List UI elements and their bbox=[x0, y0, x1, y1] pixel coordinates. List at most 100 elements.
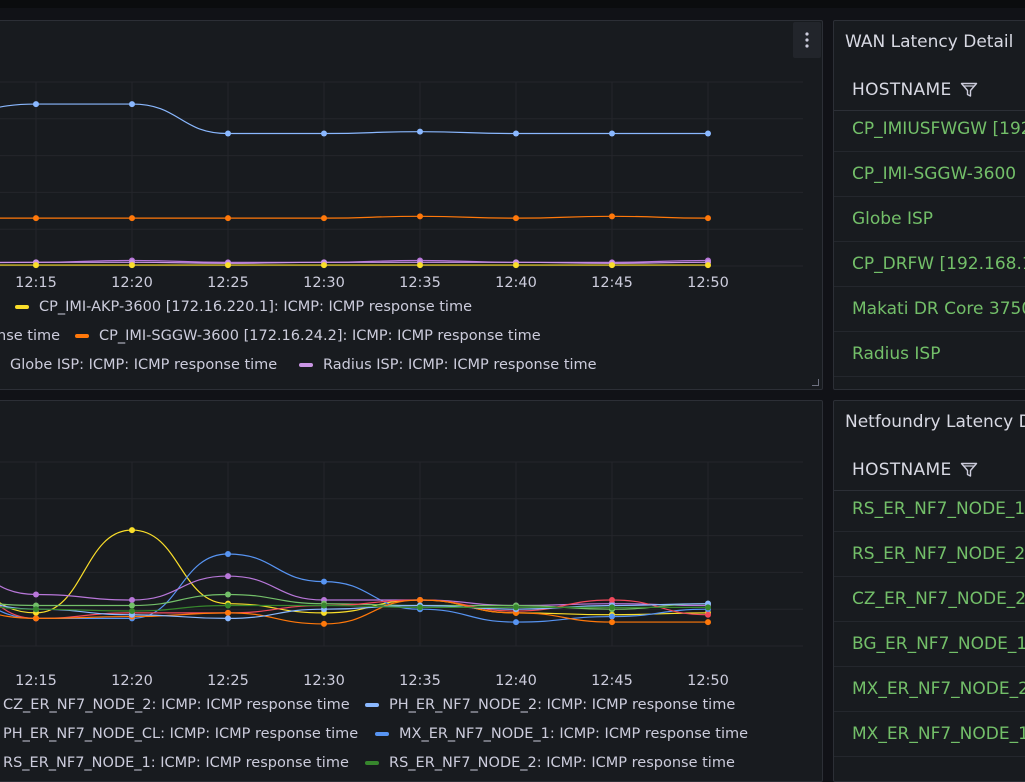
table-row[interactable]: CZ_ER_NF7_NODE_2 bbox=[834, 577, 1025, 622]
table-row[interactable]: MX_ER_NF7_NODE_1 bbox=[834, 712, 1025, 757]
filter-icon[interactable] bbox=[960, 82, 978, 98]
x-tick-label: 12:25 bbox=[207, 673, 249, 689]
data-point bbox=[705, 619, 711, 626]
hostname-cell[interactable]: CP_DRFW [192.168.16 bbox=[852, 254, 1025, 274]
data-point bbox=[705, 604, 711, 611]
x-tick-label: 12:50 bbox=[687, 275, 729, 291]
legend-item[interactable]: nse time bbox=[0, 328, 60, 344]
hostname-cell[interactable]: CZ_ER_NF7_NODE_2 bbox=[852, 589, 1025, 609]
data-point bbox=[33, 615, 39, 622]
hostname-cell[interactable]: RS_ER_NF7_NODE_2 bbox=[852, 544, 1025, 564]
data-point bbox=[417, 604, 423, 611]
hostname-cell[interactable]: MX_ER_NF7_NODE_1 bbox=[852, 724, 1025, 744]
data-point bbox=[33, 606, 39, 613]
data-point bbox=[225, 615, 231, 622]
data-point bbox=[321, 215, 327, 222]
legend-swatch-icon bbox=[365, 761, 379, 765]
series-line bbox=[0, 599, 709, 620]
legend-item[interactable]: Radius ISP: ICMP: ICMP response time bbox=[299, 357, 597, 373]
resize-handle-icon[interactable] bbox=[812, 379, 819, 386]
data-point bbox=[225, 551, 231, 557]
x-tick-label: 12:15 bbox=[15, 275, 57, 291]
data-point bbox=[321, 262, 327, 269]
data-point bbox=[513, 130, 519, 137]
data-point bbox=[129, 262, 135, 269]
table-row[interactable]: Radius ISP bbox=[834, 332, 1025, 377]
legend-label: PH_ER_NF7_NODE_2: ICMP: ICMP response ti… bbox=[389, 697, 736, 713]
legend-label: RS_ER_NF7_NODE_1: ICMP: ICMP response ti… bbox=[3, 755, 349, 771]
x-tick-label: 12:20 bbox=[111, 275, 153, 291]
table-row[interactable]: Globe ISP bbox=[834, 197, 1025, 242]
x-tick-label: 12:40 bbox=[495, 673, 537, 689]
legend-item[interactable]: Globe ISP: ICMP: ICMP response time bbox=[0, 357, 277, 373]
data-point bbox=[225, 130, 231, 137]
data-point bbox=[225, 573, 231, 580]
hostname-column-header[interactable]: HOSTNAME bbox=[852, 80, 952, 100]
hostname-cell[interactable]: Globe ISP bbox=[852, 209, 933, 229]
hostname-cell[interactable]: BG_ER_NF7_NODE_1 bbox=[852, 634, 1025, 654]
table-row[interactable]: CP_IMI-SGGW-3600 bbox=[834, 152, 1025, 197]
legend-label: PH_ER_NF7_NODE_CL: ICMP: ICMP response t… bbox=[3, 726, 359, 742]
hostname-cell[interactable]: CP_IMI-SGGW-3600 bbox=[852, 164, 1016, 184]
data-point bbox=[609, 213, 615, 220]
legend-item[interactable]: MX_ER_NF7_NODE_1: ICMP: ICMP response ti… bbox=[375, 726, 748, 742]
data-point bbox=[513, 619, 519, 626]
legend-swatch-icon bbox=[375, 732, 389, 736]
hostname-cell[interactable]: MX_ER_NF7_NODE_2 bbox=[852, 679, 1025, 699]
legend-swatch-icon bbox=[75, 334, 89, 338]
table-row[interactable]: CP_DRFW [192.168.16 bbox=[834, 242, 1025, 287]
x-tick-label: 12:30 bbox=[303, 275, 345, 291]
legend-item[interactable]: RS_ER_NF7_NODE_1: ICMP: ICMP response ti… bbox=[0, 755, 349, 771]
series-line bbox=[0, 575, 709, 607]
table-row[interactable]: MX_ER_NF7_NODE_2 bbox=[834, 667, 1025, 712]
x-tick-label: 12:20 bbox=[111, 673, 153, 689]
table-row[interactable]: RS_ER_NF7_NODE_1 bbox=[834, 487, 1025, 532]
wan-latency-chart: 12:15 12:20 12:25 12:30 12:35 12:40 12:45 12:50 bbox=[0, 81, 803, 291]
hostname-cell[interactable]: Radius ISP bbox=[852, 344, 940, 364]
table-row[interactable]: RS_ER_NF7_NODE_2 bbox=[834, 532, 1025, 577]
hostname-cell[interactable]: Makati DR Core 3750 bbox=[852, 299, 1025, 319]
data-point bbox=[417, 128, 423, 135]
x-tick-label: 12:15 bbox=[15, 673, 57, 689]
x-tick-label: 12:40 bbox=[495, 275, 537, 291]
x-tick-label: 12:35 bbox=[399, 673, 441, 689]
legend-label: CZ_ER_NF7_NODE_2: ICMP: ICMP response ti… bbox=[3, 697, 350, 713]
hostname-cell[interactable]: RS_ER_NF7_NODE_1 bbox=[852, 499, 1025, 519]
table-row[interactable]: CP_IMIUSFWGW [192 bbox=[834, 107, 1025, 152]
data-point bbox=[225, 609, 231, 616]
x-tick-label: 12:50 bbox=[687, 673, 729, 689]
data-point bbox=[705, 215, 711, 222]
data-point bbox=[129, 597, 135, 603]
wan-latency-table-panel: WAN Latency Detail HOSTNAME CP_IMIUSFWGW… bbox=[833, 20, 1025, 390]
hostname-cell[interactable]: CP_IMIUSFWGW [192 bbox=[852, 119, 1025, 139]
series-line bbox=[0, 215, 709, 219]
data-point bbox=[321, 620, 327, 627]
panel-menu-button[interactable] bbox=[793, 22, 821, 58]
data-point bbox=[609, 597, 615, 603]
data-point bbox=[705, 130, 711, 137]
legend-label: MX_ER_NF7_NODE_1: ICMP: ICMP response ti… bbox=[399, 726, 749, 742]
legend-item[interactable]: CP_IMI-AKP-3600 [172.16.220.1]: ICMP: IC… bbox=[15, 299, 472, 315]
netfoundry-latency-chart-panel: 12:15 12:20 12:25 12:30 12:35 12:40 12:45 12:50… bbox=[0, 400, 823, 782]
data-point bbox=[225, 262, 231, 269]
data-point bbox=[321, 130, 327, 137]
legend-item[interactable]: CP_IMI-SGGW-3600 [172.16.24.2]: ICMP: IC… bbox=[75, 328, 541, 344]
table-header: HOSTNAME bbox=[834, 69, 1025, 111]
hostname-column-header[interactable]: HOSTNAME bbox=[852, 460, 952, 480]
data-point bbox=[513, 215, 519, 222]
data-point bbox=[225, 602, 231, 609]
legend-item[interactable]: CZ_ER_NF7_NODE_2: ICMP: ICMP response ti… bbox=[0, 697, 350, 713]
table-row[interactable]: Makati DR Core 3750 bbox=[834, 287, 1025, 332]
legend-item[interactable]: PH_ER_NF7_NODE_2: ICMP: ICMP response ti… bbox=[365, 697, 735, 713]
legend-item[interactable]: PH_ER_NF7_NODE_CL: ICMP: ICMP response t… bbox=[0, 726, 358, 742]
panel-title: Netfoundry Latency D bbox=[845, 412, 1025, 432]
legend-label: CP_IMI-SGGW-3600 [172.16.24.2]: ICMP: IC… bbox=[99, 328, 541, 344]
filter-icon[interactable] bbox=[960, 462, 978, 478]
data-point bbox=[705, 262, 711, 269]
table-row[interactable]: BG_ER_NF7_NODE_1 bbox=[834, 622, 1025, 667]
data-point bbox=[417, 597, 423, 603]
x-tick-label: 12:45 bbox=[591, 275, 633, 291]
kebab-menu-icon bbox=[805, 32, 809, 48]
data-point bbox=[129, 527, 135, 534]
legend-item[interactable]: RS_ER_NF7_NODE_2: ICMP: ICMP response ti… bbox=[365, 755, 735, 771]
